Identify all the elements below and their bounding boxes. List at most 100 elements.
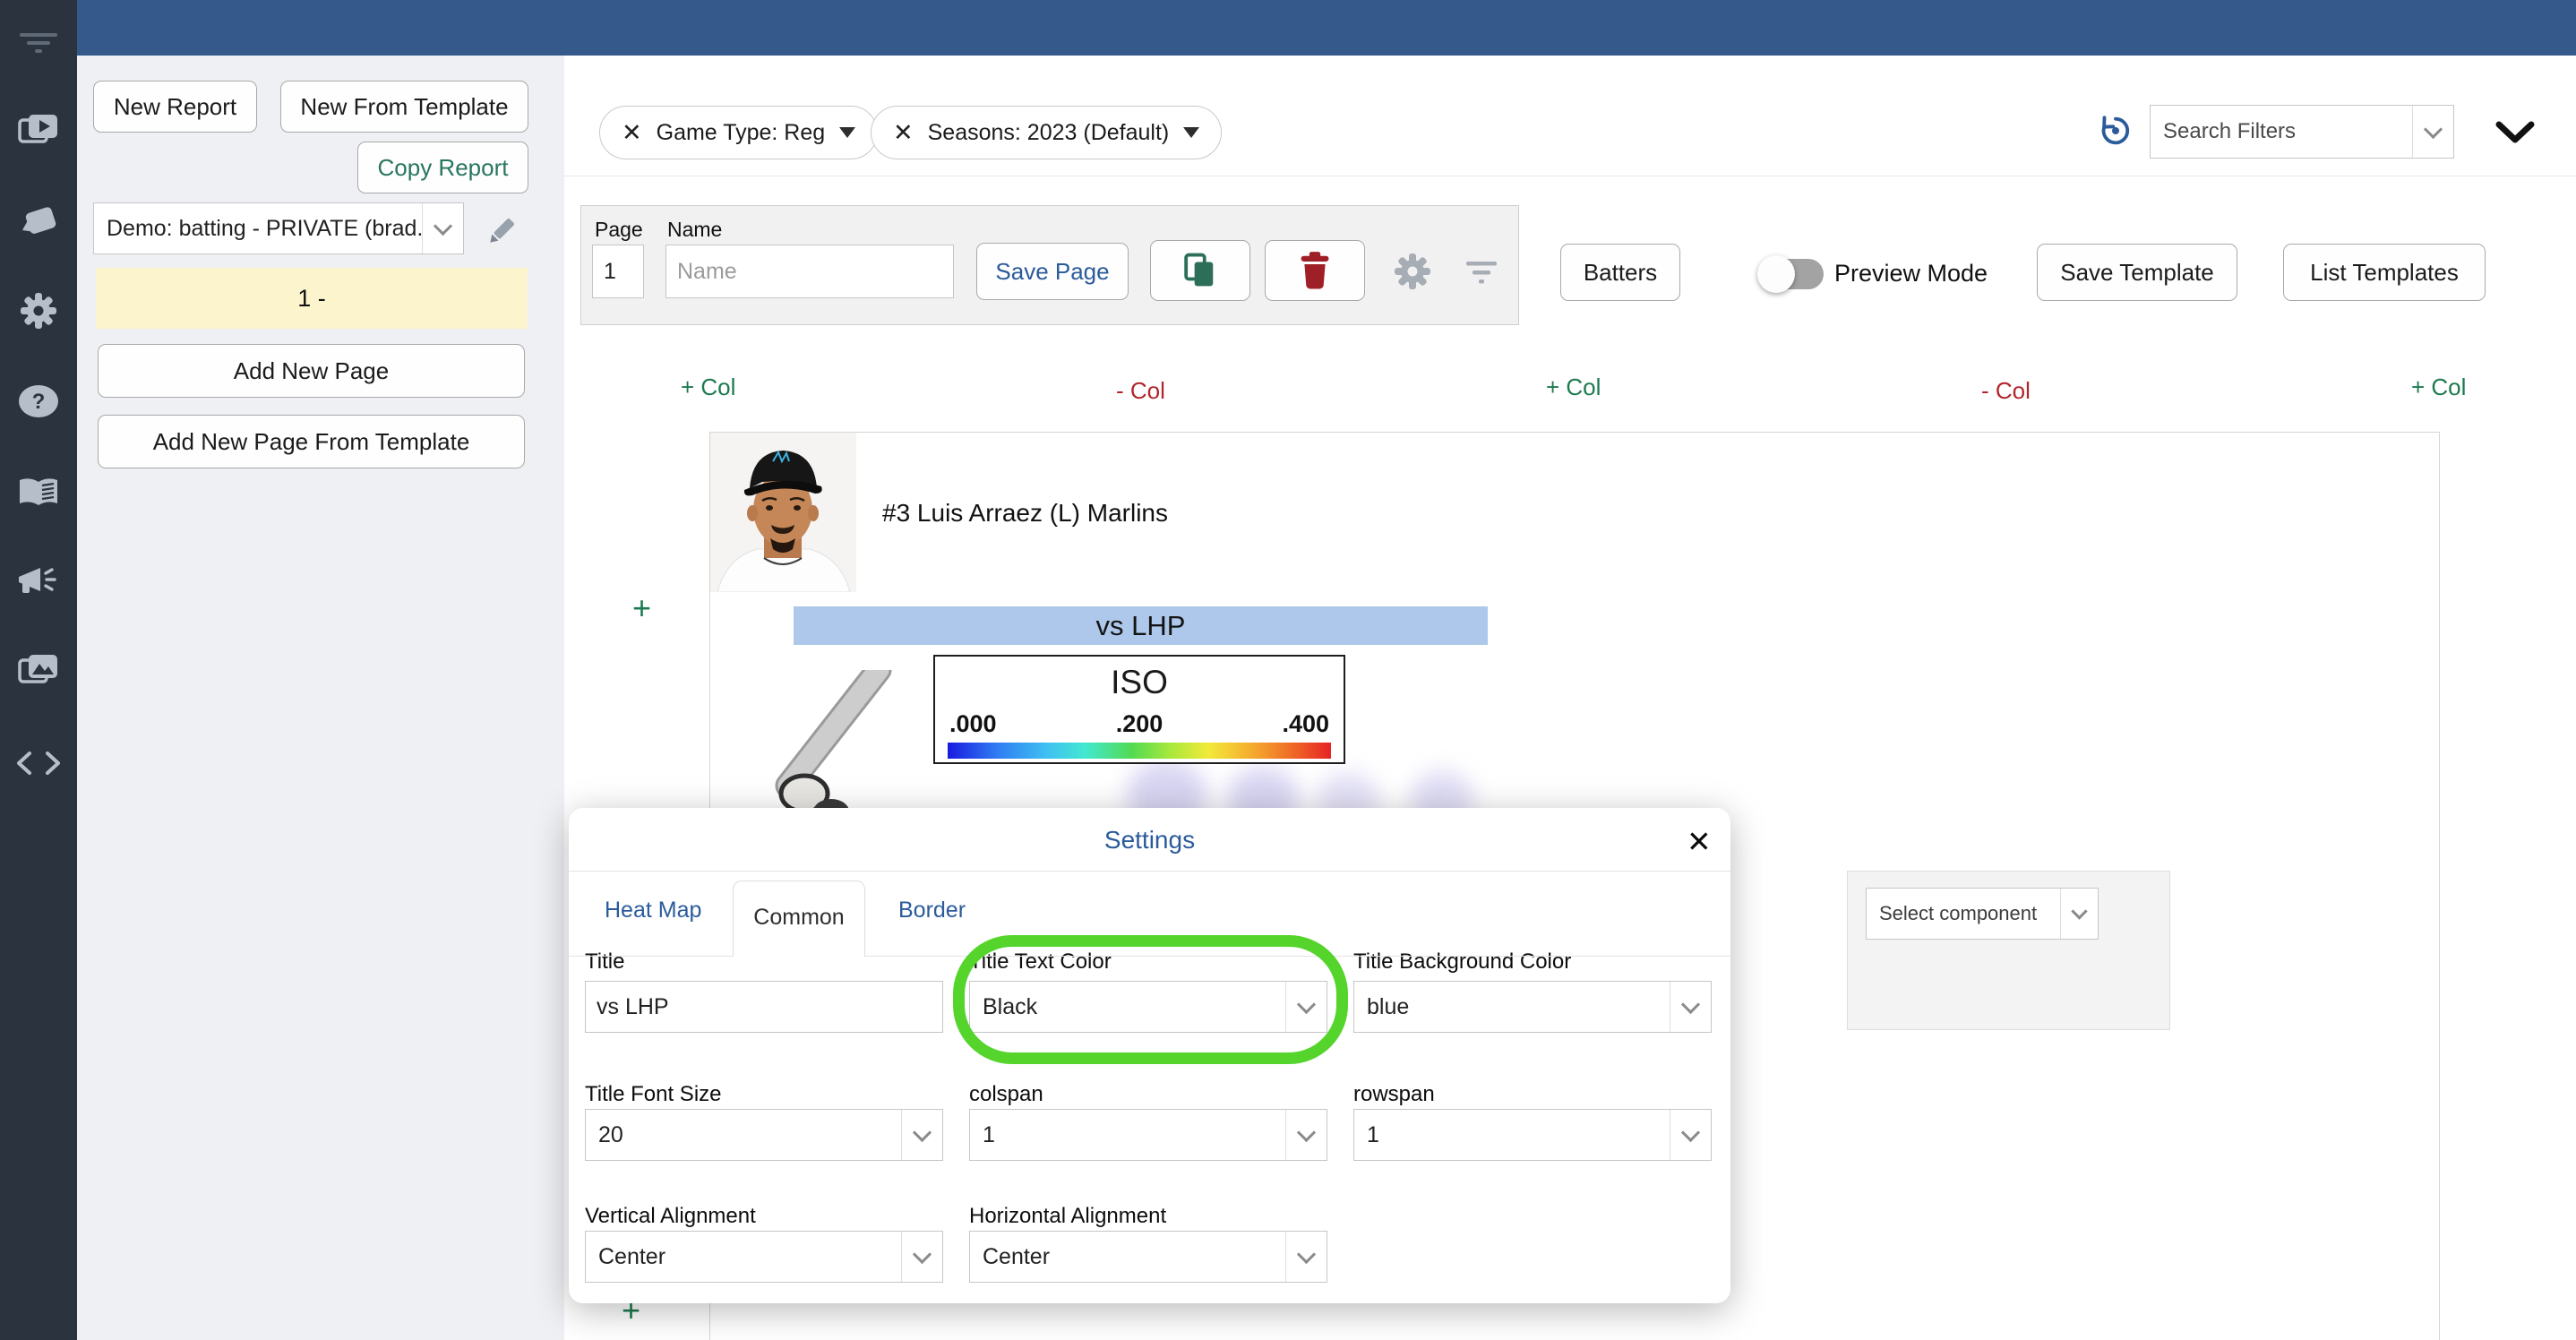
name-label: Name (667, 218, 722, 242)
heatmap-legend: ISO .000 .200 .400 (933, 655, 1345, 764)
legend-title: ISO (935, 664, 1344, 701)
remove-col-button[interactable]: - Col (1116, 377, 1165, 405)
colspan-label: colspan (969, 1082, 1043, 1107)
new-from-template-button[interactable]: New From Template (280, 81, 528, 133)
copy-report-button[interactable]: Copy Report (357, 142, 528, 193)
add-new-page-from-template-button[interactable]: Add New Page From Template (98, 415, 525, 468)
gallery-icon[interactable] (0, 643, 77, 697)
horizontal-alignment-label: Horizontal Alignment (969, 1204, 1166, 1229)
caret-down-icon (1183, 127, 1199, 138)
chevron-down-icon (1670, 982, 1711, 1032)
filter-chip-label: Seasons: 2023 (Default) (928, 120, 1170, 146)
app-root: ? New Report New From Template Copy Repo… (0, 0, 2576, 1340)
edit-pencil-icon[interactable] (484, 213, 519, 253)
add-col-button[interactable]: + Col (681, 374, 735, 401)
filter-history-icon[interactable] (2098, 113, 2134, 153)
cards-icon[interactable] (0, 195, 77, 249)
batters-button[interactable]: Batters (1560, 244, 1680, 301)
horizontal-alignment-select[interactable]: Center (969, 1231, 1327, 1283)
top-navigation-bar (77, 0, 2576, 56)
search-filters-select[interactable]: Search Filters (2150, 105, 2454, 159)
report-select[interactable]: Demo: batting - PRIVATE (brad... (93, 202, 464, 254)
sidebar-nav: ? (0, 0, 77, 1340)
caret-down-icon (839, 127, 855, 138)
player-name: #3 Luis Arraez (L) Marlins (882, 499, 1168, 528)
title-background-color-value: blue (1354, 982, 1670, 1032)
player-photo (710, 433, 856, 597)
filter-chip-seasons[interactable]: ✕ Seasons: 2023 (Default) (871, 106, 1222, 159)
new-report-button[interactable]: New Report (93, 81, 257, 133)
add-col-button[interactable]: + Col (1546, 374, 1601, 401)
title-font-size-select[interactable]: 20 (585, 1109, 943, 1161)
page-list-item[interactable]: 1 - (96, 268, 528, 329)
title-text-color-value: Black (970, 982, 1285, 1032)
collapse-chevron-icon[interactable] (2495, 120, 2535, 150)
colspan-value: 1 (970, 1110, 1285, 1160)
colspan-select[interactable]: 1 (969, 1109, 1327, 1161)
vertical-alignment-select[interactable]: Center (585, 1231, 943, 1283)
page-filter-icon[interactable] (1464, 260, 1499, 291)
title-field-label: Title (585, 949, 624, 975)
media-icon[interactable] (0, 103, 77, 157)
page-label: Page (595, 218, 643, 242)
filter-chip-label: Game Type: Reg (657, 120, 826, 146)
docs-book-icon[interactable] (0, 466, 77, 520)
search-filters-placeholder: Search Filters (2151, 106, 2412, 158)
title-text-color-select[interactable]: Black (969, 981, 1327, 1033)
preview-mode-label: Preview Mode (1834, 260, 1988, 288)
page-settings-gear-icon[interactable] (1394, 253, 1431, 295)
chevron-down-icon (1670, 1110, 1711, 1160)
tab-heat-map[interactable]: Heat Map (605, 898, 701, 923)
chevron-down-icon (901, 1110, 942, 1160)
select-component-dropdown[interactable]: Select component (1866, 888, 2099, 940)
add-row-button[interactable]: + (632, 589, 651, 627)
copy-icon (1183, 252, 1217, 289)
chevron-down-icon (2412, 106, 2453, 158)
page-number-input[interactable] (592, 245, 644, 298)
chevron-down-icon (1285, 1110, 1327, 1160)
batter-illustration (749, 670, 964, 827)
save-template-button[interactable]: Save Template (2037, 244, 2237, 301)
code-icon[interactable] (0, 736, 77, 790)
title-font-size-value: 20 (586, 1110, 901, 1160)
add-new-page-button[interactable]: Add New Page (98, 344, 525, 398)
svg-text:?: ? (32, 390, 46, 414)
rowspan-value: 1 (1354, 1110, 1670, 1160)
remove-col-button[interactable]: - Col (1981, 377, 2031, 405)
modal-title: Settings (569, 826, 1730, 855)
chevron-down-icon (1285, 982, 1327, 1032)
legend-tick: .400 (1282, 710, 1329, 738)
remove-filter-icon[interactable]: ✕ (622, 119, 642, 147)
rowspan-select[interactable]: 1 (1353, 1109, 1712, 1161)
title-background-color-select[interactable]: blue (1353, 981, 1712, 1033)
close-icon[interactable]: ✕ (1687, 824, 1712, 859)
add-col-button[interactable]: + Col (2411, 374, 2466, 401)
duplicate-page-button[interactable] (1150, 240, 1250, 301)
page-name-input[interactable] (665, 245, 954, 298)
chevron-down-icon (2060, 889, 2098, 939)
chevron-down-icon (422, 203, 463, 253)
section-title-banner[interactable]: vs LHP (794, 606, 1488, 645)
vertical-alignment-label: Vertical Alignment (585, 1204, 756, 1229)
save-page-button[interactable]: Save Page (976, 243, 1129, 300)
delete-page-button[interactable] (1265, 240, 1365, 301)
tab-border[interactable]: Border (898, 898, 966, 923)
title-text-color-label: Title Text Color (969, 949, 1112, 975)
announcements-megaphone-icon[interactable] (0, 554, 77, 608)
title-font-size-label: Title Font Size (585, 1082, 722, 1107)
filter-chip-game-type[interactable]: ✕ Game Type: Reg (599, 106, 878, 159)
remove-filter-icon[interactable]: ✕ (893, 119, 914, 147)
menu-filter-icon[interactable] (0, 16, 77, 70)
component-placeholder-cell: Select component (1847, 871, 2170, 1030)
chevron-down-icon (1285, 1232, 1327, 1282)
report-select-value: Demo: batting - PRIVATE (brad... (94, 203, 422, 253)
settings-gear-icon[interactable] (0, 284, 77, 338)
horizontal-alignment-value: Center (970, 1232, 1285, 1282)
title-input[interactable] (585, 981, 943, 1033)
vertical-alignment-value: Center (586, 1232, 901, 1282)
help-icon[interactable]: ? (0, 374, 77, 428)
list-templates-button[interactable]: List Templates (2283, 244, 2486, 301)
preview-mode-toggle-knob[interactable] (1757, 255, 1795, 293)
tab-common[interactable]: Common (733, 880, 865, 957)
chevron-down-icon (901, 1232, 942, 1282)
